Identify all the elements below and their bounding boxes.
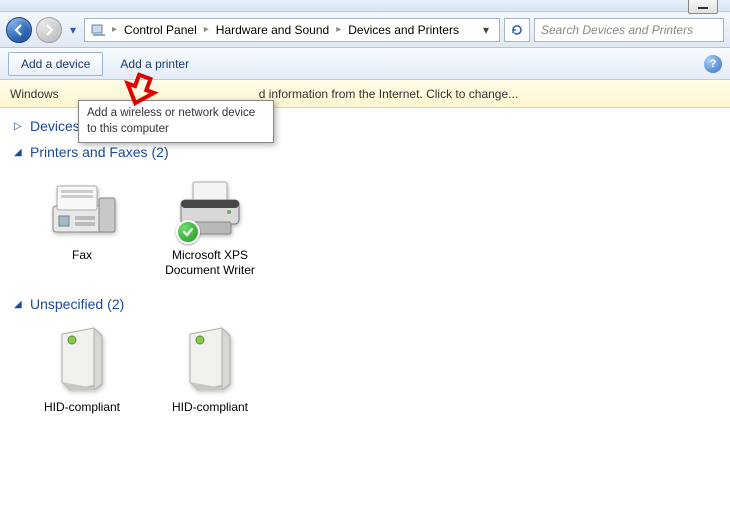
group-printers-label: Printers and Faxes	[30, 144, 148, 160]
breadcrumb-chevron-icon[interactable]: ▸	[109, 24, 120, 35]
group-printers-count: (2)	[152, 144, 169, 160]
add-device-button[interactable]: Add a device	[8, 52, 103, 76]
minimize-button[interactable]	[688, 0, 718, 14]
fax-icon	[40, 172, 124, 246]
default-check-icon	[176, 220, 200, 244]
group-unspecified-count: (2)	[107, 296, 124, 312]
devices-folder-icon	[89, 21, 107, 39]
navigation-bar: ▾ ▸ Control Panel ▸ Hardware and Sound ▸…	[0, 12, 730, 48]
group-unspecified-label: Unspecified	[30, 296, 103, 312]
unspecified-items: HID-compliant HID-compliant	[14, 316, 716, 427]
item-fax[interactable]: Fax	[32, 172, 132, 278]
item-hid-2[interactable]: HID-compliant	[160, 324, 260, 415]
printer-icon	[168, 172, 252, 246]
infobar-text-prefix: Windows	[10, 87, 59, 101]
address-breadcrumb[interactable]: ▸ Control Panel ▸ Hardware and Sound ▸ D…	[84, 18, 500, 42]
item-xps-label: Microsoft XPS Document Writer	[160, 248, 260, 278]
item-hid-1[interactable]: HID-compliant	[32, 324, 132, 415]
infobar-text-suffix: d information from the Internet. Click t…	[259, 87, 518, 101]
content-area: ▷ Devices (5) ◢ Printers and Faxes (2)	[0, 108, 730, 511]
device-icon	[168, 324, 252, 398]
breadcrumb-chevron-icon[interactable]: ▸	[201, 24, 212, 35]
refresh-button[interactable]	[504, 18, 530, 42]
forward-button[interactable]	[36, 17, 62, 43]
window-titlebar	[0, 0, 730, 12]
command-toolbar: Add a device Add a printer ?	[0, 48, 730, 80]
breadcrumb-dropdown-icon[interactable]: ▾	[477, 23, 495, 37]
search-input[interactable]: Search Devices and Printers	[534, 18, 724, 42]
add-printer-button[interactable]: Add a printer	[107, 52, 202, 76]
printers-items: Fax Microsoft XPS Document Writer	[14, 164, 716, 290]
item-hid1-label: HID-compliant	[44, 400, 120, 415]
add-device-tooltip: Add a wireless or network device to this…	[78, 100, 274, 143]
search-placeholder: Search Devices and Printers	[541, 23, 693, 37]
back-button[interactable]	[6, 17, 32, 43]
collapse-chevron-icon[interactable]: ◢	[14, 299, 26, 310]
item-hid2-label: HID-compliant	[172, 400, 248, 415]
breadcrumb-chevron-icon[interactable]: ▸	[333, 24, 344, 35]
item-fax-label: Fax	[72, 248, 92, 263]
breadcrumb-hardware-sound[interactable]: Hardware and Sound	[214, 23, 331, 37]
expand-chevron-icon[interactable]: ▷	[14, 121, 26, 132]
device-icon	[40, 324, 124, 398]
collapse-chevron-icon[interactable]: ◢	[14, 147, 26, 158]
breadcrumb-control-panel[interactable]: Control Panel	[122, 23, 199, 37]
group-unspecified-header[interactable]: ◢ Unspecified (2)	[14, 290, 716, 316]
nav-history-dropdown[interactable]: ▾	[66, 18, 80, 42]
breadcrumb-devices-printers[interactable]: Devices and Printers	[346, 23, 461, 37]
item-xps-writer[interactable]: Microsoft XPS Document Writer	[160, 172, 260, 278]
group-devices-label: Devices	[30, 118, 80, 134]
help-icon[interactable]: ?	[704, 55, 722, 73]
